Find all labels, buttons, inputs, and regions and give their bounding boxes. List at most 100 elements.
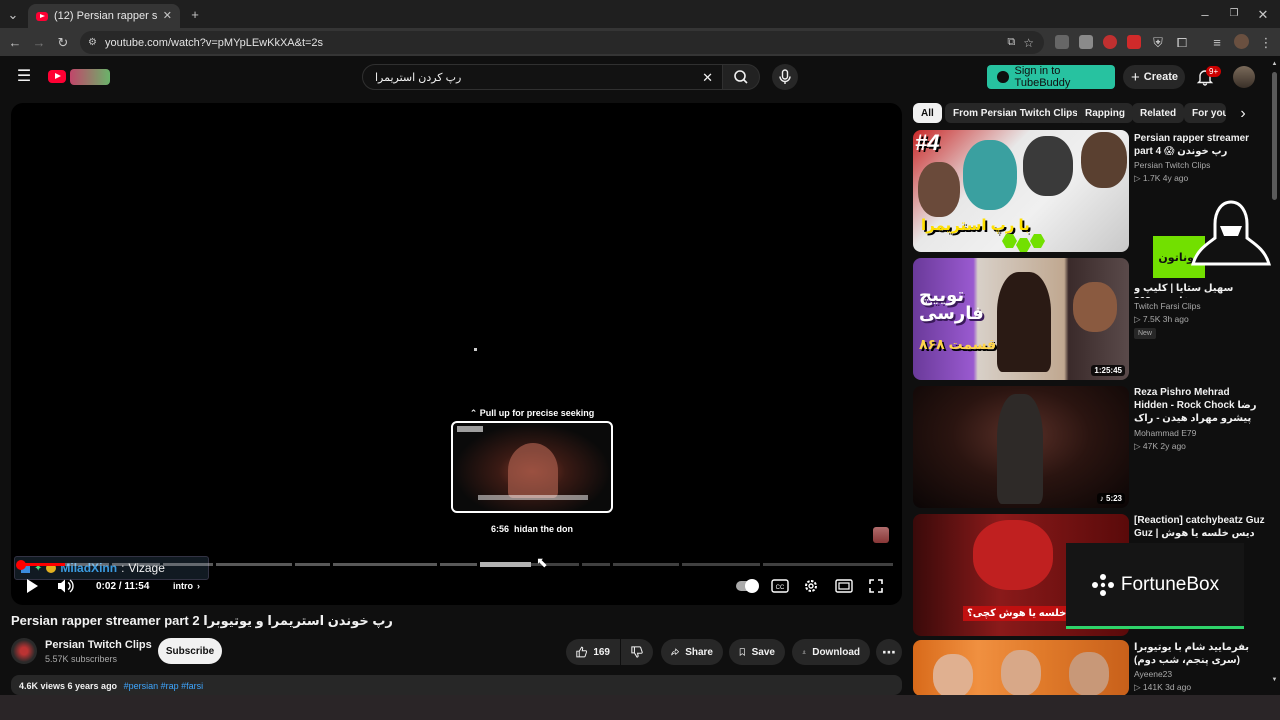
- rec1-person: [918, 162, 960, 217]
- hashtags[interactable]: #persian #rap #farsi: [124, 681, 204, 691]
- description-box[interactable]: 4.6K views 6 years ago #persian #rap #fa…: [11, 675, 902, 695]
- subscribe-button[interactable]: Subscribe: [158, 638, 222, 664]
- reload-icon[interactable]: ↻: [56, 35, 70, 49]
- rec-thumbnail-5[interactable]: [913, 640, 1129, 696]
- back-icon[interactable]: ←: [8, 35, 22, 49]
- chips-next-chevron-icon[interactable]: ›: [1236, 106, 1250, 122]
- search-input[interactable]: رپ کردن استریمرا ✕: [362, 64, 724, 90]
- rec-meta-2: ▷ 7.5K 3h ago: [1134, 314, 1189, 324]
- clear-search-icon[interactable]: ✕: [702, 71, 713, 84]
- scrubber-handle[interactable]: [16, 560, 26, 570]
- channel-name[interactable]: Persian Twitch Clips: [45, 639, 152, 651]
- tubebuddy-signin-button[interactable]: Sign in to TubeBuddy: [987, 65, 1115, 89]
- new-tab-icon[interactable]: +: [188, 7, 202, 21]
- extension-icon-4[interactable]: [1127, 35, 1141, 49]
- chip-from-channel[interactable]: From Persian Twitch Clips: [945, 103, 1086, 123]
- dislike-button[interactable]: [621, 639, 653, 665]
- rec-duration-3: ♪ 5:23: [1096, 493, 1125, 504]
- profile-avatar[interactable]: [1234, 34, 1249, 49]
- hamburger-menu-icon[interactable]: ☰: [16, 69, 32, 85]
- chapter-segment: [682, 563, 760, 566]
- chip-rapping[interactable]: Rapping: [1077, 103, 1133, 123]
- create-label: Create: [1143, 71, 1179, 83]
- forward-icon[interactable]: →: [32, 35, 46, 49]
- rec-channel-1[interactable]: Persian Twitch Clips: [1134, 159, 1210, 172]
- account-avatar[interactable]: [1233, 66, 1255, 88]
- like-button[interactable]: 169: [566, 639, 620, 665]
- rec1-person: [963, 140, 1017, 210]
- site-info-icon[interactable]: ⚙: [88, 37, 97, 48]
- chip-for-you[interactable]: For you: [1184, 103, 1226, 123]
- chip-related[interactable]: Related: [1132, 103, 1185, 123]
- channel-avatar[interactable]: [11, 638, 37, 664]
- download-button[interactable]: Download: [792, 639, 870, 665]
- volume-icon: [58, 579, 74, 593]
- menu-kebab-icon[interactable]: ⋮: [1259, 35, 1273, 49]
- tab-search-icon[interactable]: ⌄: [6, 7, 20, 21]
- bookmark-star-icon[interactable]: ☆: [1023, 37, 1034, 49]
- captions-button[interactable]: CC: [771, 577, 789, 595]
- rec-title-2[interactable]: سهیل ستایا | کلیپ و ترندیج فارسی 868: [1134, 282, 1266, 298]
- save-button[interactable]: Save: [729, 639, 785, 665]
- page-scrollbar[interactable]: ▲ ▼: [1271, 60, 1278, 684]
- search-button[interactable]: [722, 64, 760, 90]
- rec1-person: [1023, 136, 1073, 196]
- shield-icon[interactable]: ⛨: [1151, 35, 1165, 49]
- chip-all[interactable]: All: [913, 103, 942, 123]
- os-taskbar: [0, 695, 1280, 720]
- browser-tab[interactable]: (12) Persian rapper streamer part 2 ✕: [28, 4, 180, 28]
- more-actions-button[interactable]: ⋯: [876, 639, 902, 665]
- theater-mode-button[interactable]: [835, 577, 853, 595]
- share-button[interactable]: Share: [661, 639, 723, 665]
- fullscreen-button[interactable]: [868, 577, 884, 595]
- minimize-icon[interactable]: –: [1198, 7, 1212, 21]
- rec-title-4[interactable]: [Reaction] catchybeatz Guz Guz | دیس خلس…: [1134, 514, 1266, 540]
- rec1-person: [1081, 132, 1127, 188]
- video-frame-dot: [474, 348, 477, 351]
- rec-channel-3[interactable]: Mohammad E79: [1134, 427, 1196, 440]
- rec-title-3[interactable]: Reza Pishro Mehrad Hidden - Rock Chock ر…: [1134, 386, 1266, 426]
- autoplay-toggle[interactable]: [736, 577, 759, 595]
- progress-bar[interactable]: [21, 562, 893, 567]
- mute-button[interactable]: [57, 577, 75, 595]
- extension-icon-1[interactable]: [1055, 35, 1069, 49]
- extension-icon-3[interactable]: [1103, 35, 1117, 49]
- seek-hint-text: Pull up for precise seeking: [479, 408, 595, 418]
- close-window-icon[interactable]: ✕: [1256, 7, 1270, 21]
- install-icon[interactable]: ⧉: [1007, 37, 1015, 48]
- voice-search-button[interactable]: [772, 64, 798, 90]
- rec-title-5[interactable]: بفرمایید شام با یوتیوبرا (سری پنجم، شب د…: [1134, 641, 1266, 667]
- rec-duration-2: 1:25:45: [1091, 365, 1125, 376]
- play-button[interactable]: [25, 577, 39, 595]
- settings-button[interactable]: [803, 577, 819, 595]
- rec2-person: [997, 272, 1051, 372]
- scrollbar-thumb[interactable]: [1272, 72, 1277, 200]
- extension-icon-2[interactable]: [1079, 35, 1093, 49]
- rec-thumbnail-2[interactable]: توییچ فارسی قسمت ۸۶۸ 1:25:45: [913, 258, 1129, 380]
- extensions-puzzle-icon[interactable]: ⧠: [1175, 35, 1189, 49]
- play-icon: [27, 579, 38, 593]
- tab-title: (12) Persian rapper streamer part 2: [54, 10, 157, 22]
- rec5-person: [1069, 652, 1109, 696]
- seek-preview-thumbnail: [451, 421, 613, 513]
- scroll-up-arrow-icon[interactable]: ▲: [1271, 60, 1278, 68]
- reading-list-icon[interactable]: ≡: [1210, 35, 1224, 49]
- rec-title-1[interactable]: Persian rapper streamer part 4 😱 رپ خوند…: [1134, 132, 1266, 158]
- scroll-down-arrow-icon[interactable]: ▼: [1271, 676, 1278, 684]
- youtube-logo[interactable]: [48, 69, 110, 85]
- video-player[interactable]: ⌃ Pull up for precise seeking 6:56 hidan…: [11, 103, 902, 605]
- chapter-segment: [295, 563, 330, 566]
- bookmark-icon: [739, 648, 745, 656]
- rec-thumbnail-3[interactable]: ♪ 5:23: [913, 386, 1129, 508]
- plus-icon: +: [1131, 68, 1140, 86]
- rec-channel-5[interactable]: Ayeene23: [1134, 668, 1172, 681]
- create-button[interactable]: + Create: [1123, 65, 1185, 89]
- address-bar[interactable]: ⚙ youtube.com/watch?v=pMYpLEwKkXA&t=2s ⧉…: [80, 31, 1044, 54]
- channel-watermark-icon[interactable]: [873, 527, 889, 543]
- rec-channel-2[interactable]: Twitch Farsi Clips: [1134, 300, 1201, 313]
- notification-count-badge: 9+: [1206, 66, 1222, 77]
- youtube-favicon-icon: [36, 11, 48, 21]
- restore-icon[interactable]: ❐: [1227, 7, 1241, 21]
- close-tab-icon[interactable]: ✕: [163, 10, 172, 22]
- chapter-button[interactable]: intro ›: [173, 577, 200, 595]
